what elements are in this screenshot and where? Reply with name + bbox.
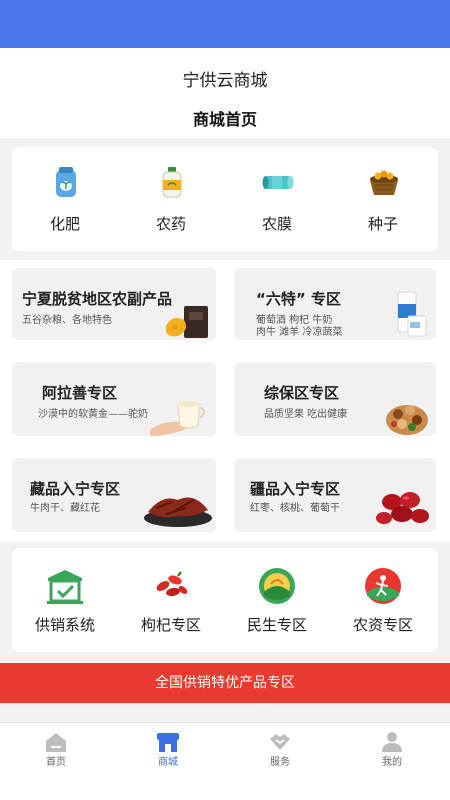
service-label: 民生专区 [246, 616, 307, 634]
zone-title: 综保区专区 [264, 384, 340, 402]
service-item-goji[interactable]: 枸杞专区 [118, 548, 224, 652]
zone-card-six-specialties[interactable]: “六特” 专区 葡萄酒 枸杞 牛奶 肉牛 滩羊 冷凉蔬菜 [234, 268, 436, 340]
zone-card-ningxia-poverty-relief[interactable]: 宁夏脱贫地区农副产品 五谷杂粮、各地特色 [12, 268, 216, 340]
zone-subtitle: 品质坚果 吃出健康 [264, 409, 348, 420]
category-label: 农膜 [261, 215, 292, 233]
zone-subtitle: 牛肉干、藏红花 [30, 503, 100, 514]
handshake-icon [270, 734, 290, 750]
film-roll-icon [262, 176, 294, 189]
tab-label: 服务 [270, 757, 290, 768]
category-label: 农药 [155, 215, 186, 233]
shop-icon [157, 733, 179, 752]
zone-card-tibet-products[interactable]: 藏品入宁专区 牛肉干、藏红花 [12, 458, 216, 532]
goji-berry-icon [156, 571, 188, 597]
zone-subtitle-secondary: 肉牛 滩羊 冷凉蔬菜 [256, 327, 343, 338]
camel-milk-image [150, 401, 205, 436]
zone-card-xinjiang-products[interactable]: 疆品入宁专区 红枣、核桃、葡萄干 [234, 458, 436, 532]
status-bar [0, 0, 450, 48]
promo-banner[interactable]: 全国供销特优产品专区 [0, 663, 450, 703]
seed-basket-icon [370, 170, 398, 195]
category-item-pesticide[interactable]: 农药 [118, 147, 224, 251]
fertilizer-bag-icon [56, 167, 76, 197]
service-label: 枸杞专区 [140, 616, 201, 634]
zone-title: “六特” 专区 [256, 290, 341, 308]
tab-label: 商城 [158, 757, 178, 768]
grain-bag-image [165, 306, 208, 338]
bottom-tab-bar: 首页 商城 服务 我的 [0, 722, 450, 800]
category-item-fertilizer[interactable]: 化肥 [12, 147, 118, 251]
app-header: 宁供云商城 商城首页 [0, 48, 450, 138]
tab-home[interactable]: 首页 [0, 723, 112, 783]
service-item-supply-system[interactable]: 供销系统 [12, 548, 118, 652]
service-label: 农资专区 [352, 616, 413, 634]
mixed-nuts-image [386, 405, 428, 435]
red-dates-image [376, 492, 429, 524]
category-label: 化肥 [49, 215, 80, 233]
tab-label: 首页 [46, 757, 66, 768]
zone-grid: 宁夏脱贫地区农副产品 五谷杂粮、各地特色 “六特” 专区 葡萄酒 枸杞 牛奶 肉… [0, 260, 450, 542]
services-card: 供销系统 枸杞专区 民生专区 农资专区 [12, 548, 438, 652]
supply-store-icon [47, 570, 83, 604]
category-label: 种子 [367, 215, 398, 233]
service-item-farm-supplies[interactable]: 农资专区 [330, 548, 436, 652]
user-icon [382, 732, 402, 752]
pesticide-bottle-icon [162, 167, 182, 198]
app-title: 宁供云商城 [182, 71, 268, 91]
farm-supply-emblem-icon [365, 568, 401, 604]
zone-card-alxa[interactable]: 阿拉善专区 沙漠中的软黄金——驼奶 [12, 362, 216, 436]
category-card: 化肥 农药 农膜 种子 [12, 147, 438, 251]
tab-shop[interactable]: 商城 [112, 723, 224, 783]
service-label: 供销系统 [34, 616, 95, 634]
zone-title: 宁夏脱贫地区农副产品 [22, 290, 173, 308]
zone-subtitle: 沙漠中的软黄金——驼奶 [38, 409, 148, 420]
page-title: 商城首页 [192, 110, 257, 129]
tab-profile[interactable]: 我的 [336, 723, 448, 783]
zone-title: 阿拉善专区 [42, 384, 118, 402]
service-item-livelihood[interactable]: 民生专区 [224, 548, 330, 652]
tab-service[interactable]: 服务 [224, 723, 336, 783]
livelihood-emblem-icon [259, 568, 295, 604]
tab-label: 我的 [382, 757, 402, 768]
zone-card-bonded-area[interactable]: 综保区专区 品质坚果 吃出健康 [234, 362, 436, 436]
zone-title: 疆品入宁专区 [250, 480, 341, 498]
zone-subtitle: 红枣、核桃、葡萄干 [250, 503, 340, 514]
milk-box-image [397, 291, 427, 337]
zone-title: 藏品入宁专区 [30, 480, 121, 498]
category-item-seed[interactable]: 种子 [330, 147, 436, 251]
category-item-film[interactable]: 农膜 [224, 147, 330, 251]
beef-jerky-image [144, 497, 212, 527]
home-icon [46, 733, 66, 752]
zone-subtitle: 五谷杂粮、各地特色 [22, 315, 112, 326]
